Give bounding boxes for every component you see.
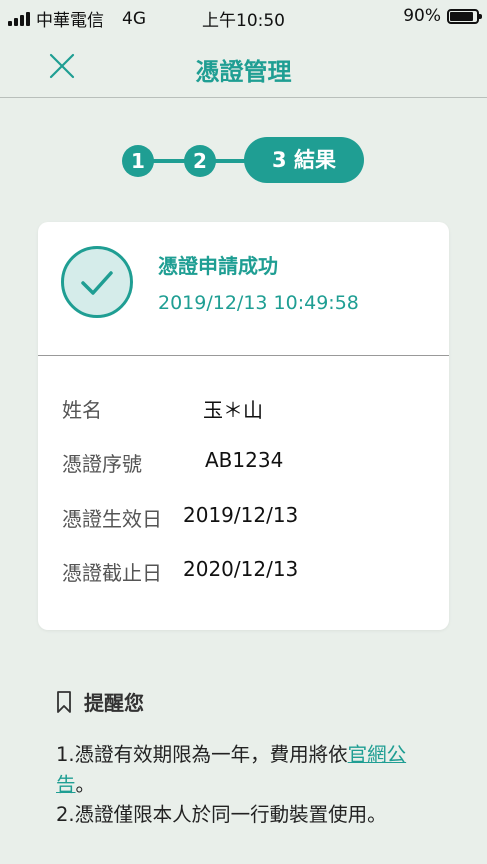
reminder-content: 1.憑證有效期限為一年，費用將依官網公告。 2.憑證僅限本人於同一行動裝置使用。 bbox=[56, 740, 436, 830]
step-3-active: 3 結果 bbox=[244, 137, 364, 183]
status-bar: 中華電信 4G 上午10:50 90% bbox=[0, 0, 487, 32]
step-2: 2 bbox=[184, 145, 216, 177]
card-divider bbox=[38, 355, 449, 356]
reminder-header: 提醒您 bbox=[56, 687, 144, 716]
battery-fill bbox=[450, 11, 474, 21]
success-badge bbox=[61, 246, 133, 318]
battery-percent: 90% bbox=[403, 6, 441, 26]
battery-icon bbox=[447, 8, 482, 24]
reminder-item-1-tail: 。 bbox=[75, 773, 96, 796]
bookmark-icon bbox=[57, 690, 71, 713]
status-right: 90% bbox=[403, 6, 482, 26]
detail-value: AB1234 bbox=[205, 448, 284, 472]
reminder-item-2: 2.憑證僅限本人於同一行動裝置使用。 bbox=[56, 803, 387, 826]
reminder-item-1: 1.憑證有效期限為一年，費用將依官網公告。 bbox=[56, 740, 436, 800]
detail-value: 2019/12/13 bbox=[183, 503, 299, 527]
check-icon bbox=[81, 271, 113, 295]
detail-label: 姓名 bbox=[62, 398, 102, 422]
detail-value: 玉＊山 bbox=[203, 398, 263, 422]
success-timestamp: 2019/12/13 10:49:58 bbox=[158, 292, 359, 314]
result-card: 憑證申請成功 2019/12/13 10:49:58 姓名 玉＊山 憑證序號 A… bbox=[38, 222, 449, 630]
header: 憑證管理 bbox=[0, 32, 487, 98]
stepper: 1 2 3 結果 bbox=[122, 137, 366, 183]
step-1: 1 bbox=[122, 145, 154, 177]
detail-label: 憑證生效日 bbox=[62, 507, 162, 531]
reminder-title: 提醒您 bbox=[84, 691, 144, 715]
detail-label: 憑證序號 bbox=[62, 452, 142, 476]
detail-value: 2020/12/13 bbox=[183, 557, 299, 581]
detail-label: 憑證截止日 bbox=[62, 561, 162, 585]
step-connector bbox=[152, 159, 186, 163]
reminder-item-1-text: 1.憑證有效期限為一年，費用將依 bbox=[56, 743, 348, 766]
step-connector bbox=[214, 159, 248, 163]
page-title: 憑證管理 bbox=[195, 58, 292, 86]
success-title: 憑證申請成功 bbox=[158, 254, 278, 278]
